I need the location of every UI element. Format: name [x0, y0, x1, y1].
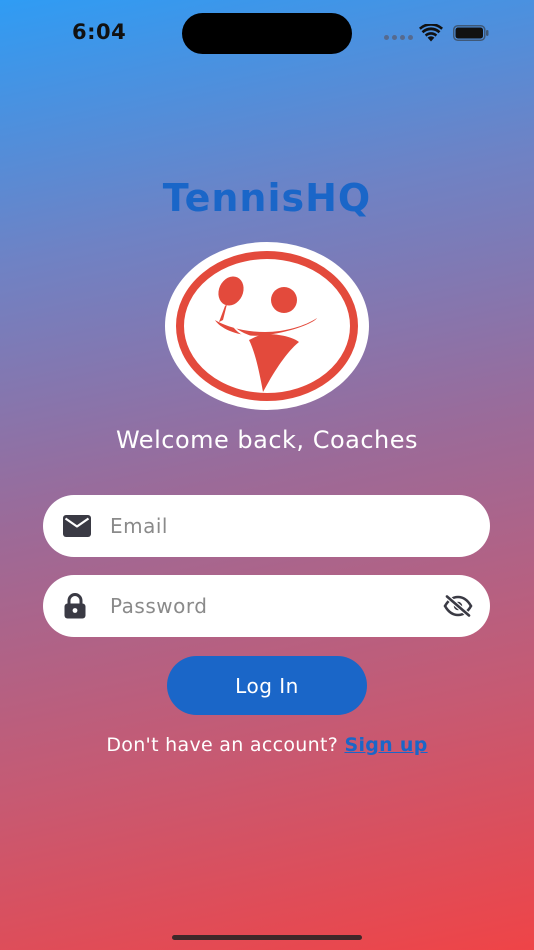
login-button[interactable]: Log In [167, 656, 367, 715]
email-input[interactable] [108, 513, 412, 539]
envelope-icon [63, 515, 91, 537]
status-time: 6:04 [72, 20, 127, 44]
email-field-container [43, 495, 490, 557]
tennishq-logo [165, 242, 369, 410]
dynamic-island [182, 13, 352, 54]
password-field-container [43, 575, 490, 637]
signup-prompt: Don't have an account? [106, 734, 339, 756]
app-title: TennisHQ [162, 176, 372, 220]
status-bar: 6:04 [0, 0, 534, 66]
lock-icon [63, 593, 87, 619]
battery-icon [453, 25, 489, 41]
home-indicator[interactable] [172, 935, 362, 940]
signup-link[interactable]: Sign up [344, 734, 427, 756]
wifi-icon [419, 24, 443, 42]
cellular-signal-icon [384, 35, 413, 40]
password-input[interactable] [108, 593, 412, 619]
signup-row: Don't have an account? Sign up [0, 734, 534, 756]
welcome-message: Welcome back, Coaches [115, 426, 419, 454]
eye-off-icon[interactable] [443, 595, 473, 617]
